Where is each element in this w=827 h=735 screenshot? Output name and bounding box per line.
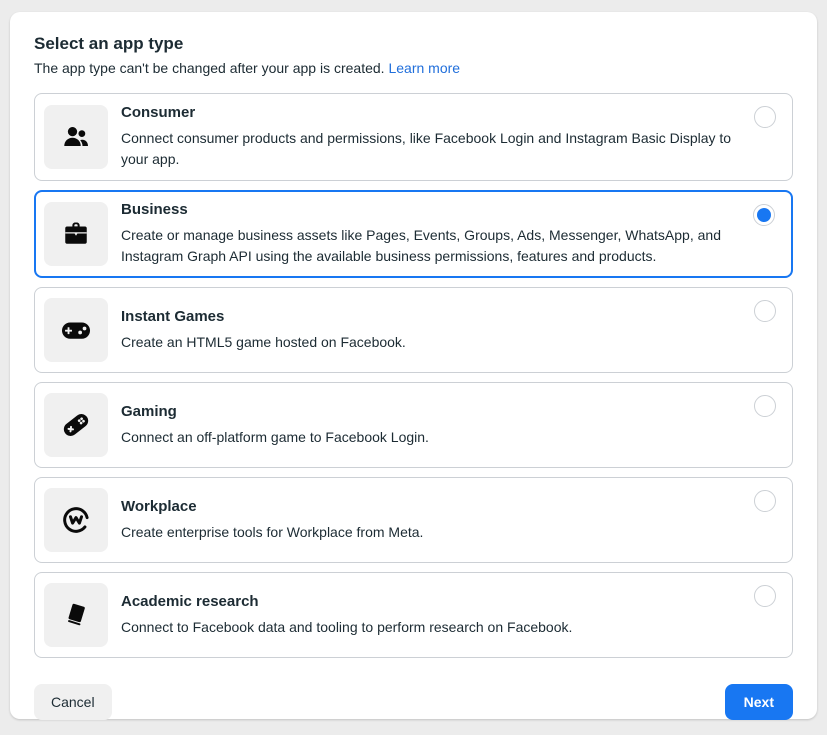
- card-text: Gaming Connect an off-platform game to F…: [121, 403, 429, 448]
- card-text: Business Create or manage business asset…: [121, 201, 732, 267]
- learn-more-link[interactable]: Learn more: [388, 60, 460, 76]
- app-type-card-gaming[interactable]: Gaming Connect an off-platform game to F…: [34, 382, 793, 468]
- app-type-card-instant-games[interactable]: Instant Games Create an HTML5 game hoste…: [34, 287, 793, 373]
- app-type-description: Create enterprise tools for Workplace fr…: [121, 522, 423, 543]
- game-controller-icon: [60, 409, 92, 441]
- app-type-name: Academic research: [121, 593, 572, 610]
- card-text: Instant Games Create an HTML5 game hoste…: [121, 308, 406, 353]
- card-text: Consumer Connect consumer products and p…: [121, 104, 732, 170]
- app-type-description: Connect an off-platform game to Facebook…: [121, 427, 429, 448]
- icon-tile: [44, 583, 108, 647]
- icon-tile: [44, 298, 108, 362]
- app-type-card-academic-research[interactable]: Academic research Connect to Facebook da…: [34, 572, 793, 658]
- radio-consumer[interactable]: [754, 106, 776, 128]
- subtitle-text: The app type can't be changed after your…: [34, 60, 385, 76]
- workplace-logo-icon: [59, 503, 93, 537]
- page-title: Select an app type: [34, 34, 793, 54]
- app-type-list: Consumer Connect consumer products and p…: [34, 93, 793, 658]
- icon-tile: [44, 105, 108, 169]
- dialog-footer: Cancel Next: [34, 684, 793, 720]
- radio-workplace[interactable]: [754, 490, 776, 512]
- app-type-card-consumer[interactable]: Consumer Connect consumer products and p…: [34, 93, 793, 181]
- card-text: Academic research Connect to Facebook da…: [121, 593, 572, 638]
- radio-instant-games[interactable]: [754, 300, 776, 322]
- app-type-description: Connect consumer products and permission…: [121, 128, 732, 170]
- app-type-name: Workplace: [121, 498, 423, 515]
- app-type-card-business[interactable]: Business Create or manage business asset…: [34, 190, 793, 278]
- app-type-description: Connect to Facebook data and tooling to …: [121, 617, 572, 638]
- app-type-description: Create an HTML5 game hosted on Facebook.: [121, 332, 406, 353]
- card-text: Workplace Create enterprise tools for Wo…: [121, 498, 423, 543]
- app-type-card-workplace[interactable]: Workplace Create enterprise tools for Wo…: [34, 477, 793, 563]
- icon-tile: [44, 202, 108, 266]
- people-icon: [61, 122, 91, 152]
- instant-games-gamepad-icon: [60, 314, 92, 346]
- select-app-type-dialog: Select an app type The app type can't be…: [10, 12, 817, 719]
- page-subtitle: The app type can't be changed after your…: [34, 60, 793, 76]
- app-type-name: Business: [121, 201, 732, 218]
- app-type-name: Instant Games: [121, 308, 406, 325]
- book-icon: [61, 600, 91, 630]
- app-type-name: Consumer: [121, 104, 732, 121]
- icon-tile: [44, 393, 108, 457]
- next-button[interactable]: Next: [725, 684, 793, 720]
- radio-academic-research[interactable]: [754, 585, 776, 607]
- radio-gaming[interactable]: [754, 395, 776, 417]
- app-type-description: Create or manage business assets like Pa…: [121, 225, 732, 267]
- cancel-button[interactable]: Cancel: [34, 684, 112, 720]
- icon-tile: [44, 488, 108, 552]
- radio-business[interactable]: [753, 204, 775, 226]
- app-type-name: Gaming: [121, 403, 429, 420]
- briefcase-icon: [61, 219, 91, 249]
